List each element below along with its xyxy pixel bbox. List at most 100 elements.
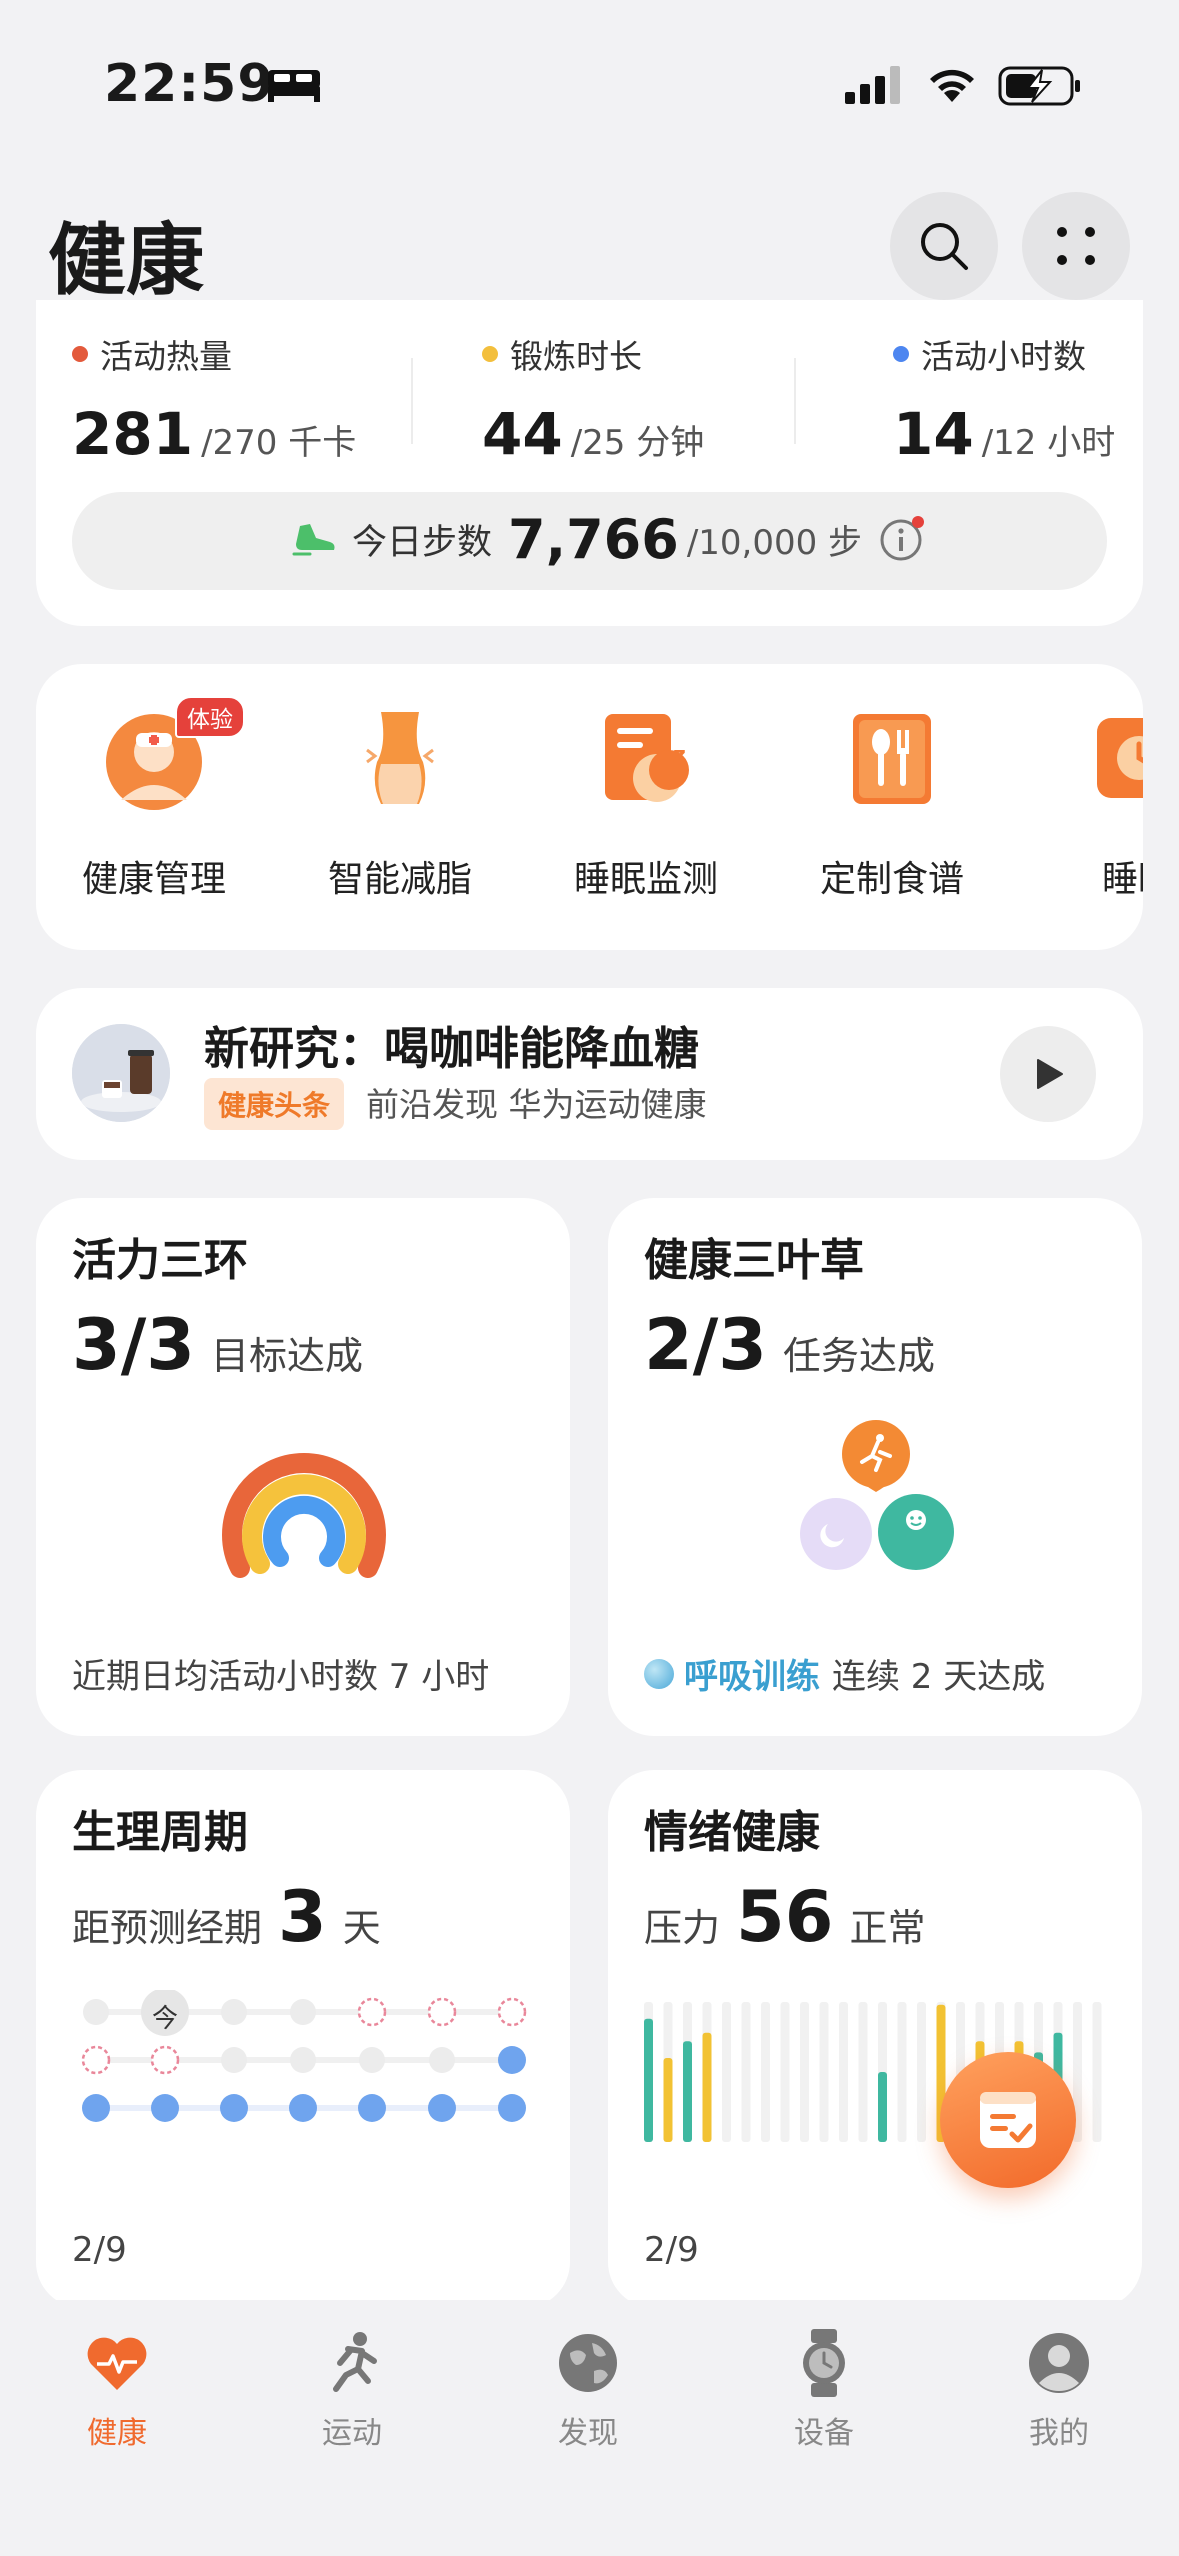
info-icon (880, 515, 925, 560)
card-title: 情绪健康 (644, 1807, 820, 1858)
hours-dot (893, 346, 909, 362)
news-headline: 新研究：喝咖啡能降血糖 (204, 1022, 700, 1075)
activity-rings-icon (222, 1453, 386, 1578)
health-clover-icon (800, 1420, 954, 1570)
stress-prefix: 压力 (644, 1906, 721, 1950)
nav-exercise[interactable]: 运动 (272, 2330, 432, 2452)
steps-bar[interactable]: 今日步数 7,766 /10,000 步 (72, 492, 1107, 590)
stress-bar (663, 2058, 673, 2142)
recipe-icon (853, 714, 931, 804)
info-button[interactable] (878, 513, 928, 567)
nav-label: 发现 (558, 2416, 618, 2451)
rings-value: 3/3 (72, 1304, 195, 1386)
cycle-prefix: 距预测经期 (72, 1906, 263, 1950)
nav-devices[interactable]: 设备 (744, 2329, 904, 2452)
nav-health[interactable]: 健康 (37, 2330, 197, 2452)
clover-streak: 连续 2 天达成 (832, 1657, 1046, 1697)
today-marker: 今 (151, 2004, 178, 2034)
profile-icon (1029, 2333, 1089, 2393)
nav-label: 我的 (1029, 2416, 1089, 2451)
stress-bar-track (741, 2002, 751, 2142)
page-title: 健康 (48, 216, 205, 306)
stress-bar-track (800, 2002, 809, 2142)
sleep-monitor-icon: z (605, 714, 689, 802)
nav-label: 设备 (794, 2416, 854, 2451)
wifi-icon (930, 69, 974, 102)
service-sleep[interactable]: 睡眠 (1018, 704, 1143, 902)
battery-charging-icon (998, 66, 1080, 106)
play-icon (1037, 1059, 1063, 1089)
nav-label: 健康 (87, 2416, 147, 2451)
hours-goal: /12 小时 (981, 423, 1116, 463)
calories-value: 281 (72, 400, 194, 468)
stress-bar (878, 2072, 887, 2142)
calories-label: 活动热量 (100, 337, 232, 376)
shoe-icon (292, 523, 335, 555)
watch-icon (803, 2329, 845, 2397)
running-icon (333, 2332, 377, 2392)
stress-bar-track (819, 2002, 829, 2142)
four-dots-icon (1057, 227, 1095, 265)
service-health-management[interactable]: 体验 健康管理 (36, 696, 274, 902)
nav-discover[interactable]: 发现 (508, 2330, 668, 2452)
hours-value: 14 (893, 400, 974, 468)
stress-bar-track (722, 2002, 731, 2142)
clover-suffix: 任务达成 (782, 1334, 935, 1378)
activity-rings-card[interactable]: 活力三环 3/3 目标达成 近期日均活动小时数 7 小时 (36, 1198, 570, 1736)
divider (411, 358, 413, 444)
exercise-value: 44 (482, 400, 563, 468)
status-time: 22:59 (104, 54, 275, 114)
steps-goal: /10,000 步 (686, 523, 863, 563)
nav-label: 运动 (322, 2416, 382, 2451)
stress-value: 56 (736, 1876, 834, 1958)
breathing-icon (644, 1658, 674, 1689)
more-button[interactable] (1022, 192, 1130, 300)
card-title: 健康三叶草 (644, 1235, 864, 1286)
health-clover-card[interactable]: 健康三叶草 2/3 任务达成 呼吸训练 连续 2 天达成 (608, 1198, 1142, 1736)
search-icon (921, 223, 968, 270)
rings-footer: 近期日均活动小时数 7 小时 (72, 1657, 490, 1697)
cycle-suffix: 天 (342, 1906, 381, 1950)
record-fab-button[interactable] (940, 2052, 1076, 2188)
sleep-icon (1097, 718, 1143, 798)
service-label: 睡眠监测 (573, 859, 718, 900)
exercise-goal: /25 分钟 (570, 423, 705, 463)
hours-label: 活动小时数 (921, 337, 1086, 376)
service-label: 健康管理 (81, 859, 226, 900)
services-card: 体验 健康管理 智能减脂 z 睡眠监测 定制食谱 睡 (36, 664, 1143, 950)
search-button[interactable] (890, 192, 998, 300)
status-bar: 22:59 (0, 0, 1179, 150)
stress-bar-track (761, 2002, 770, 2142)
play-button[interactable] (1000, 1026, 1096, 1122)
rings-suffix: 目标达成 (210, 1334, 363, 1378)
news-tag: 健康头条 (204, 1078, 345, 1130)
stress-bar-track (897, 2002, 907, 2142)
activity-hours[interactable]: 活动小时数 14/12 小时 (893, 330, 1115, 468)
svg-text:z: z (673, 743, 686, 768)
cycle-value: 3 (278, 1876, 327, 1958)
clover-footer: 呼吸训练 连续 2 天达成 (644, 1649, 1045, 1698)
activity-exercise[interactable]: 锻炼时长 44/25 分钟 (482, 330, 704, 468)
nav-me[interactable]: 我的 (979, 2330, 1139, 2452)
emotional-health-card[interactable]: 情绪健康 压力 56 正常 2/9 (608, 1770, 1142, 2308)
menstrual-cycle-card[interactable]: 生理周期 距预测经期 3 天 今 2/9 (36, 1770, 570, 2308)
clover-value: 2/3 (644, 1304, 767, 1386)
mood-footer: 2/9 (644, 2230, 699, 2270)
exercise-dot (482, 346, 498, 362)
trial-badge: 体验 (175, 696, 245, 738)
exercise-label: 锻炼时长 (510, 337, 642, 376)
stress-bar (702, 2032, 712, 2142)
fat-loss-icon (366, 712, 434, 804)
breathing-training-link[interactable]: 呼吸训练 (684, 1649, 820, 1698)
service-fat-loss[interactable]: 智能减脂 (280, 704, 520, 902)
service-sleep-monitor[interactable]: z 睡眠监测 (526, 704, 766, 902)
divider (794, 358, 796, 444)
service-recipe[interactable]: 定制食谱 (772, 704, 1012, 902)
stress-bar-track (917, 2002, 926, 2142)
news-source: 前沿发现 华为运动健康 (366, 1085, 707, 1124)
service-label: 睡眠 (1101, 859, 1143, 900)
checklist-icon (980, 2092, 1036, 2148)
activity-calories[interactable]: 活动热量 281/270 千卡 (72, 330, 356, 468)
news-card[interactable]: 新研究：喝咖啡能降血糖 健康头条 前沿发现 华为运动健康 (36, 988, 1143, 1160)
card-title: 活力三环 (72, 1235, 248, 1286)
